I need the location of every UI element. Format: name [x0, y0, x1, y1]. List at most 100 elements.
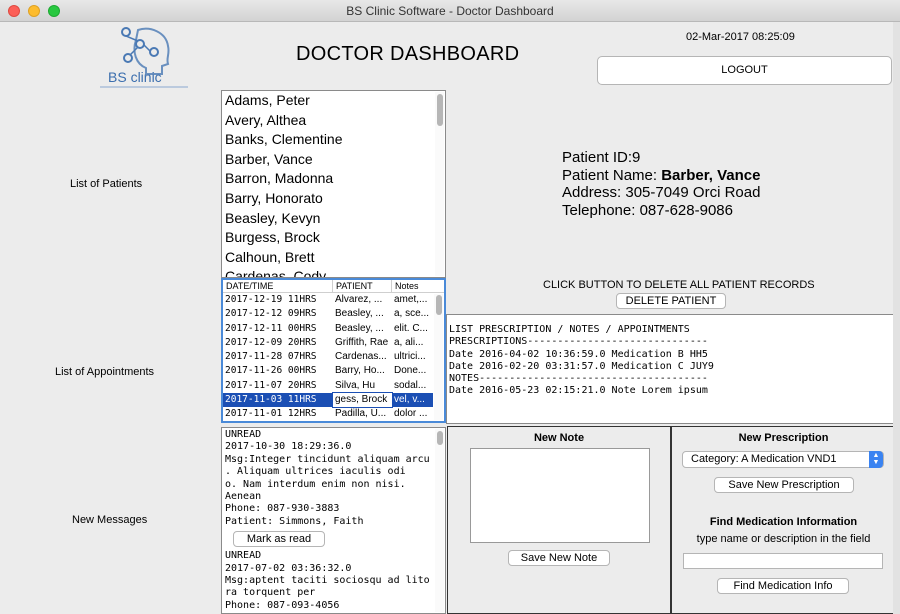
patient-list-item[interactable]: Adams, Peter — [222, 91, 445, 111]
delete-caption: CLICK BUTTON TO DELETE ALL PATIENT RECOR… — [543, 279, 815, 291]
logo-text: BS clinic — [108, 69, 162, 85]
new-prescription-panel: New Prescription Category: A Medication … — [671, 426, 896, 614]
appointment-datetime: 2017-12-09 20HRS — [225, 336, 317, 348]
appointment-row[interactable]: 2017-11-01 12HRS Padilla, U... dolor ... — [223, 407, 444, 421]
patient-records-panel: LIST PRESCRIPTION / NOTES / APPOINTMENTS… — [446, 314, 894, 424]
new-prescription-title: New Prescription — [738, 432, 829, 444]
logout-button[interactable]: LOGOUT — [597, 56, 892, 85]
note-textarea[interactable] — [470, 448, 650, 543]
patient-name: Barber, Vance — [661, 166, 761, 184]
records-line: Date 2016-02-20 03:31:57.0 Medication C … — [449, 360, 714, 372]
appointment-notes: elit. C... — [394, 322, 428, 334]
appointment-patient: Hebert, V... — [333, 422, 392, 423]
appointment-row[interactable]: 2017-12-19 11HRS Alvarez, ... amet,... — [223, 293, 444, 307]
appointments-table[interactable]: DATE/TIME PATIENT Notes 2017-12-19 11HRS… — [221, 278, 446, 423]
appointments-scroll-thumb[interactable] — [436, 295, 442, 315]
appointment-notes: amet,... — [394, 294, 428, 305]
appointment-notes: vel, v... — [392, 393, 433, 408]
records-line: PRESCRIPTIONS---------------------------… — [449, 336, 708, 348]
patient-name-line: Patient Name: Barber, Vance — [562, 167, 760, 185]
medication-search-input[interactable] — [683, 553, 883, 569]
records-line: Date 2016-05-23 02:15:21.0 Note Lorem ip… — [449, 385, 708, 397]
appointment-patient: Silva, Hu — [335, 379, 376, 391]
patients-label: List of Patients — [70, 178, 143, 190]
column-header-datetime[interactable]: DATE/TIME — [223, 280, 333, 292]
appointment-datetime: 2017-12-11 00HRS — [225, 322, 317, 334]
patient-list-item[interactable]: Barry, Honorato — [222, 189, 445, 209]
message-text: UNREAD 2017-07-02 03:36:32.0 Msg:aptent … — [225, 550, 430, 611]
appointments-rows: 2017-12-19 11HRS Alvarez, ... amet,... 2017… — [223, 293, 444, 423]
appointment-row[interactable]: 2017-12-11 00HRS Beasley, ... elit. C... — [223, 322, 444, 336]
message-text: UNREAD 2017-10-30 18:29:36.0 Msg:Integer… — [225, 429, 430, 527]
appointment-row[interactable]: 2017-12-09 20HRS Griffith, Rae a, ali... — [223, 336, 444, 350]
find-medication-title: Find Medication Information — [709, 516, 858, 528]
patient-list-item[interactable]: Avery, Althea — [222, 111, 445, 131]
patient-list-item[interactable]: Calhoun, Brett — [222, 248, 445, 268]
appointment-notes: dolor ... — [394, 408, 428, 420]
appointment-notes: a, ali... — [394, 336, 424, 348]
appointment-patient: Barry, Ho... — [335, 365, 385, 377]
appointment-patient: gess, Brock — [332, 392, 393, 409]
save-note-button[interactable]: Save New Note — [508, 550, 610, 566]
find-medication-hint: type name or description in the field — [696, 533, 871, 545]
appointment-row[interactable]: 2017-10-17 22HRSHebert, V...Etiam... — [223, 422, 444, 423]
window-titlebar: BS Clinic Software - Doctor Dashboard — [0, 0, 900, 22]
page-title: DOCTOR DASHBOARD — [296, 43, 520, 65]
patient-id: Patient ID:9 — [562, 149, 641, 166]
appointment-patient: Beasley, ... — [335, 322, 384, 334]
appointment-row[interactable]: 2017-11-26 00HRS Barry, Ho... Done... — [223, 364, 444, 378]
column-header-patient[interactable]: PATIENT — [333, 280, 392, 292]
appointment-datetime: 2017-12-19 11HRS — [225, 294, 317, 305]
patient-list-item[interactable]: Barber, Vance — [222, 150, 445, 170]
save-prescription-button[interactable]: Save New Prescription — [714, 477, 854, 493]
appointment-row[interactable]: 2017-12-12 09HRS Beasley, ... a, sce... — [223, 307, 444, 321]
appointment-patient: Padilla, U... — [335, 408, 387, 420]
right-window-edge — [893, 22, 900, 614]
appointment-datetime: 2017-11-26 00HRS — [225, 365, 317, 377]
appointment-row[interactable]: 2017-11-28 07HRS Cardenas... ultrici... — [223, 350, 444, 364]
patient-list-scroll-thumb[interactable] — [437, 94, 443, 126]
column-header-notes[interactable]: Notes — [392, 280, 433, 292]
patient-list-item[interactable]: Burgess, Brock — [222, 228, 445, 248]
patient-list[interactable]: Adams, Peter Avery, Althea Banks, Clemen… — [221, 90, 446, 278]
appointment-datetime: 2017-11-07 20HRS — [225, 379, 317, 391]
appointments-scrollbar[interactable] — [434, 294, 443, 420]
patient-list-scrollbar[interactable] — [435, 92, 444, 276]
messages-label: New Messages — [72, 514, 148, 526]
patient-list-item[interactable]: Cardenas, Cody — [222, 267, 445, 277]
delete-patient-button[interactable]: DELETE PATIENT — [616, 293, 726, 309]
patient-details: Patient ID:9 Patient Name: Barber, Vance… — [562, 149, 760, 219]
appointment-patient: Beasley, ... — [335, 308, 384, 320]
patient-name-label: Patient Name: — [562, 166, 662, 184]
appointment-patient: Cardenas... — [335, 351, 387, 363]
appointment-row[interactable]: 2017-11-07 20HRS Silva, Hu sodal... — [223, 379, 444, 393]
records-line: Date 2016-04-02 10:36:59.0 Medication B … — [449, 348, 708, 360]
appointments-table-header: DATE/TIME PATIENT Notes — [223, 280, 444, 293]
patient-address: Address: 305-7049 Orci Road — [562, 184, 761, 201]
appointment-datetime: 2017-11-28 07HRS — [225, 351, 317, 363]
appointment-datetime: 2017-12-12 09HRS — [225, 308, 317, 320]
appointment-patient: Griffith, Rae — [335, 336, 389, 348]
patient-list-item[interactable]: Beasley, Kevyn — [222, 209, 445, 229]
bs-clinic-logo: BS clinic — [100, 27, 188, 88]
appointment-notes: Etiam... — [392, 422, 433, 423]
messages-panel[interactable]: UNREAD 2017-10-30 18:29:36.0 Msg:Integer… — [221, 427, 446, 614]
appointment-row[interactable]: 2017-11-03 11HRS gess, Brock vel, v... — [223, 392, 444, 409]
category-select[interactable]: Category: A Medication VND1 ▲ ▼ — [682, 451, 884, 468]
mark-as-read-button[interactable]: Mark as read — [233, 531, 325, 548]
patient-list-item[interactable]: Banks, Clementine — [222, 130, 445, 150]
new-note-panel: New Note Save New Note — [447, 426, 671, 614]
new-note-title: New Note — [533, 432, 585, 444]
find-medication-button[interactable]: Find Medication Info — [717, 578, 849, 594]
appointment-patient: Alvarez, ... — [335, 294, 383, 305]
select-arrows-icon: ▲ ▼ — [869, 451, 883, 468]
messages-scrollbar[interactable] — [435, 429, 444, 612]
patient-list-item[interactable]: Barron, Madonna — [222, 169, 445, 189]
appointment-datetime: 2017-10-17 22HRS — [223, 422, 333, 423]
messages-scroll-thumb[interactable] — [437, 431, 443, 445]
appointment-notes: Done... — [394, 365, 427, 377]
window-title: BS Clinic Software - Doctor Dashboard — [346, 4, 554, 18]
category-selected-value: Category: A Medication VND1 — [691, 453, 837, 465]
records-line: NOTES-----------------------------------… — [449, 373, 708, 385]
appointment-notes: sodal... — [394, 379, 427, 391]
